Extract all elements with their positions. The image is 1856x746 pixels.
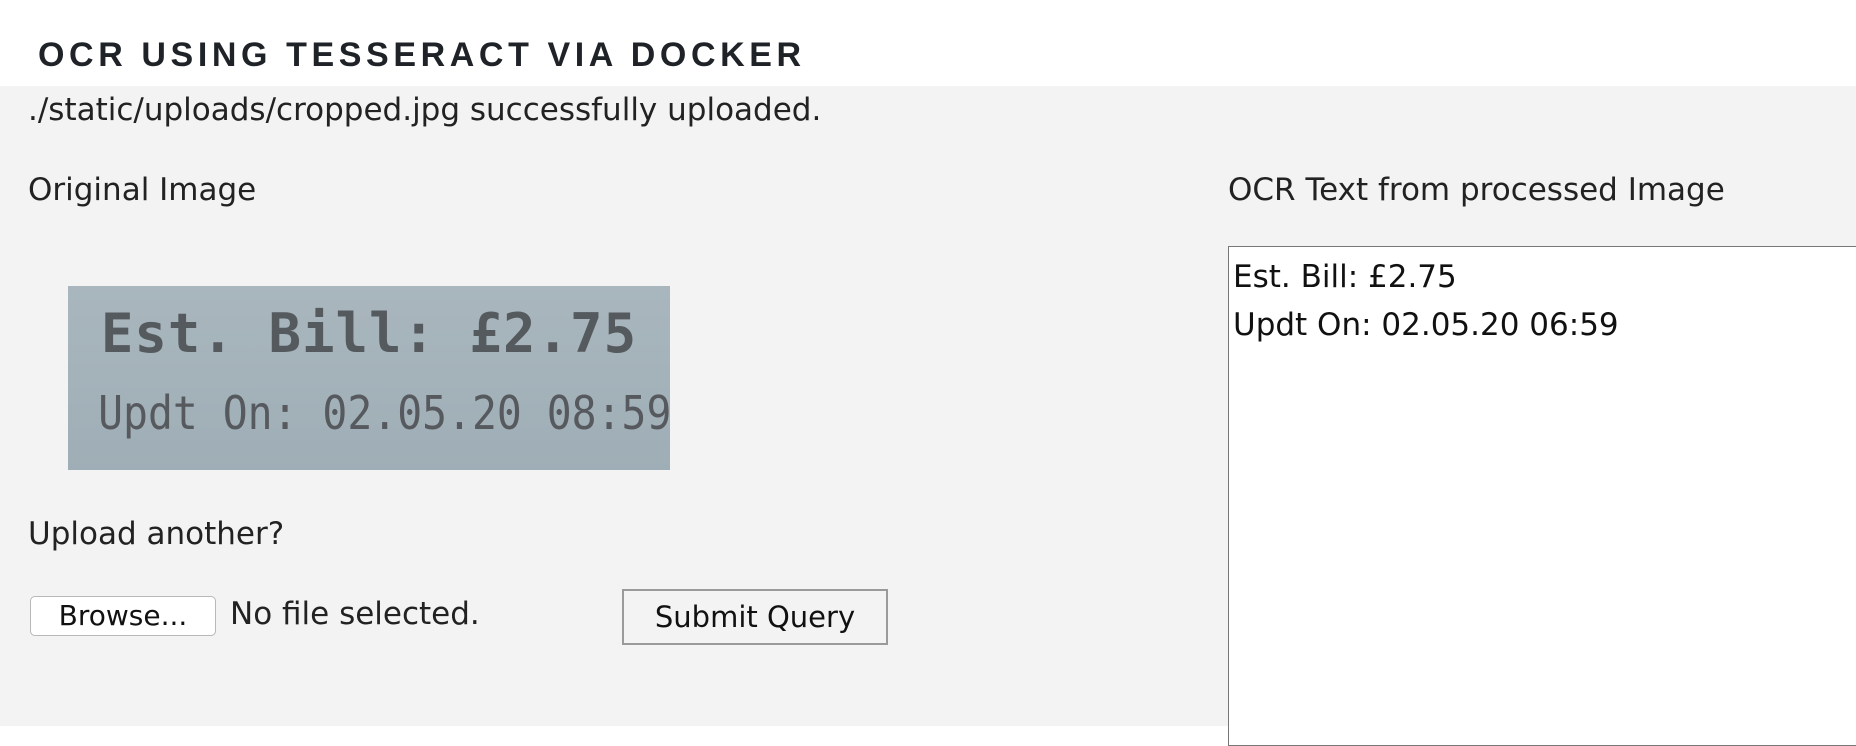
ocr-text-heading: OCR Text from processed Image	[1228, 172, 1725, 208]
original-image: Est. Bill: £2.75 Updt On: 02.05.20 08:59	[68, 286, 670, 470]
browse-button[interactable]: Browse...	[30, 596, 216, 636]
main-content: ./static/uploads/cropped.jpg successfull…	[0, 86, 1856, 746]
upload-another-heading: Upload another?	[28, 516, 285, 552]
original-image-heading: Original Image	[28, 172, 257, 208]
original-image-line-2: Updt On: 02.05.20 08:59	[98, 386, 670, 440]
file-selection-status: No file selected.	[230, 596, 480, 632]
submit-query-button[interactable]: Submit Query	[622, 589, 888, 645]
page-header: OCR USING TESSERACT VIA DOCKER	[0, 0, 1856, 86]
page-title: OCR USING TESSERACT VIA DOCKER	[38, 36, 806, 74]
upload-status-message: ./static/uploads/cropped.jpg successfull…	[28, 92, 822, 128]
original-image-line-1: Est. Bill: £2.75	[100, 302, 638, 365]
ocr-text-output[interactable]: Est. Bill: £2.75 Updt On: 02.05.20 06:59	[1228, 246, 1856, 746]
